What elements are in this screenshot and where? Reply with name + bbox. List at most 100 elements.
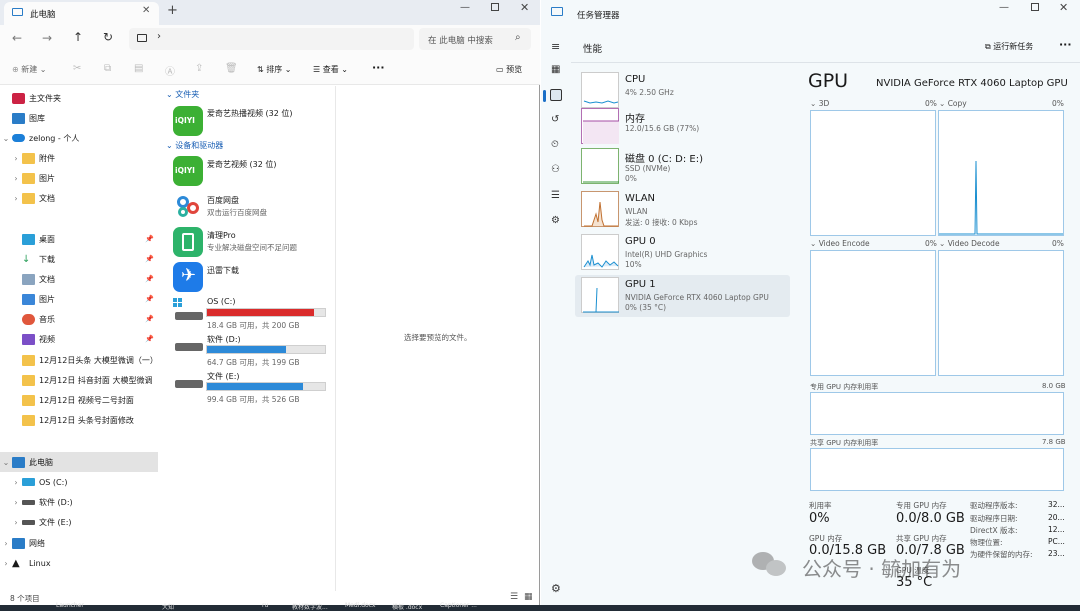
cut-icon[interactable]: ✂ — [73, 63, 81, 74]
chevron-right-icon[interactable]: › — [0, 559, 12, 568]
taskbar-item[interactable]: ru — [262, 602, 268, 609]
close-tab-icon[interactable]: ✕ — [142, 5, 150, 16]
chevron-down-icon[interactable]: ⌄ — [0, 458, 12, 467]
services-icon[interactable]: ⚙ — [551, 215, 560, 226]
hamburger-menu-icon[interactable]: ≡ — [551, 40, 560, 53]
sidebar-item-downloads[interactable]: ↓ 下载 📌 — [0, 249, 158, 269]
sort-button[interactable]: ⇅ 排序 ⌄ — [257, 64, 292, 75]
preview-button[interactable]: ▭ 预览 — [496, 64, 522, 75]
section-header-folders[interactable]: ⌄ 文件夹 — [166, 89, 199, 100]
pin-icon[interactable]: 📌 — [145, 275, 154, 283]
tab-this-pc[interactable]: 此电脑 ✕ — [4, 2, 159, 25]
copy-icon[interactable]: ⧉ — [104, 63, 111, 74]
section-header-devices[interactable]: ⌄ 设备和驱动器 — [166, 140, 223, 151]
breadcrumb-chevron-icon[interactable]: › — [157, 31, 161, 42]
details-view-icon[interactable]: ☰ — [510, 592, 518, 602]
pin-icon[interactable]: 📌 — [145, 235, 154, 243]
chevron-right-icon[interactable]: › — [10, 174, 22, 183]
sidebar-item-gallery[interactable]: 图库 — [0, 108, 158, 128]
search-icon[interactable]: ⌕ — [515, 32, 521, 43]
refresh-icon[interactable]: ↻ — [103, 30, 113, 44]
perf-item-wlan[interactable]: WLAN WLAN 发送: 0 接收: 0 Kbps — [575, 189, 790, 231]
perf-item-gpu1[interactable]: GPU 1 NVIDIA GeForce RTX 4060 Laptop GPU… — [575, 275, 790, 317]
new-tab-button[interactable]: + — [167, 3, 178, 18]
taskbar-item[interactable]: Medi.docx — [345, 602, 376, 609]
startup-apps-icon[interactable]: ⏲ — [551, 139, 559, 150]
perf-item-gpu0[interactable]: GPU 0 Intel(R) UHD Graphics 10% — [575, 232, 790, 274]
taskbar-item[interactable]: 大知 — [162, 602, 174, 611]
pin-icon[interactable]: 📌 — [145, 255, 154, 263]
pin-icon[interactable]: 📌 — [145, 295, 154, 303]
forward-arrow-icon[interactable]: → — [42, 31, 52, 45]
chevron-down-icon[interactable]: ⌄ — [939, 239, 945, 248]
taskbar-item[interactable]: 教材数字波... — [292, 602, 328, 611]
search-box[interactable]: 在 此电脑 中搜索 ⌕ — [419, 28, 531, 50]
chevron-down-icon[interactable]: ⌄ — [939, 99, 945, 108]
list-item[interactable]: iQIYI 爱奇艺视频 (32 位) — [173, 156, 333, 188]
paste-icon[interactable]: ▤ — [134, 63, 143, 74]
list-item[interactable]: iQIYI 爱奇艺热播视频 (32 位) — [173, 105, 333, 137]
sidebar-item-pictures[interactable]: 图片 📌 — [0, 289, 158, 309]
chevron-right-icon[interactable]: › — [10, 194, 22, 203]
sidebar-item-desktop[interactable]: 桌面 📌 — [0, 229, 158, 249]
sidebar-item-linux[interactable]: › ▲ Linux — [0, 553, 158, 573]
maximize-icon[interactable] — [1031, 3, 1039, 11]
sidebar-item-drive-c[interactable]: › OS (C:) — [0, 472, 158, 492]
sidebar-item-folder-1[interactable]: 12月12日头条 大模型微调（一） — [0, 350, 158, 370]
chevron-right-icon[interactable]: › — [0, 539, 12, 548]
search-input[interactable]: 在 此电脑 中搜索 — [428, 34, 493, 46]
perf-item-disk[interactable]: 磁盘 0 (C: D: E:) SSD (NVMe) 0% — [575, 146, 790, 188]
taskbar-item[interactable]: Captioner ... — [440, 602, 477, 609]
chevron-right-icon[interactable]: › — [10, 498, 22, 507]
app-history-icon[interactable]: ↺ — [551, 114, 559, 125]
sidebar-item-home[interactable]: 主文件夹 — [0, 88, 158, 108]
maximize-icon[interactable] — [491, 3, 499, 11]
address-bar[interactable]: › — [129, 28, 414, 50]
chevron-down-icon[interactable]: ⌄ — [810, 99, 816, 108]
users-icon[interactable]: ⚇ — [551, 164, 560, 175]
drive-item-c[interactable]: OS (C:) 18.4 GB 可用，共 200 GB — [173, 296, 333, 330]
chevron-down-icon[interactable]: ⌄ — [0, 134, 12, 143]
list-item[interactable]: ✈ 迅雷下载 — [173, 262, 333, 294]
sidebar-item-folder-2[interactable]: 12月12日 抖音封面 大模型微调 — [0, 370, 158, 390]
taskbar-item[interactable]: Launcher — [56, 602, 84, 609]
settings-icon[interactable]: ⚙ — [551, 582, 561, 595]
drive-item-e[interactable]: 文件 (E:) 99.4 GB 可用，共 526 GB — [173, 370, 333, 404]
close-window-icon[interactable]: ✕ — [520, 1, 529, 14]
sidebar-item-drive-e[interactable]: › 文件 (E:) — [0, 512, 158, 532]
taskbar-item[interactable]: 横板 .docx — [392, 602, 422, 611]
minimize-icon[interactable]: — — [460, 2, 470, 13]
view-button[interactable]: ☰ 查看 ⌄ — [313, 64, 348, 75]
sidebar-item-personal[interactable]: ⌄ zelong - 个人 — [0, 128, 158, 148]
list-item[interactable]: 百度网盘 双击运行百度网盘 — [173, 192, 333, 224]
sidebar-item-folder-4[interactable]: 12月12日 头条号封面修改 — [0, 410, 158, 430]
minimize-icon[interactable]: — — [999, 2, 1009, 13]
chevron-right-icon[interactable]: › — [10, 518, 22, 527]
chevron-right-icon[interactable]: › — [10, 478, 22, 487]
close-window-icon[interactable]: ✕ — [1059, 1, 1068, 14]
sidebar-item-documents[interactable]: 文档 📌 — [0, 269, 158, 289]
sidebar-item-cloud-pictures[interactable]: › 图片 — [0, 168, 158, 188]
sidebar-item-this-pc[interactable]: ⌄ 此电脑 — [0, 452, 158, 472]
run-new-task-button[interactable]: ⧉ 运行新任务 — [985, 41, 1033, 52]
performance-icon[interactable] — [550, 89, 562, 101]
pin-icon[interactable]: 📌 — [145, 315, 154, 323]
tiles-view-icon[interactable]: ▦ — [524, 592, 533, 602]
up-arrow-icon[interactable]: ↑ — [73, 30, 83, 44]
new-button[interactable]: ⊕ 新建 ⌄ — [12, 64, 47, 75]
delete-icon[interactable]: 🗑 — [225, 63, 238, 74]
sidebar-item-folder-3[interactable]: 12月12日 视频号二号封面 — [0, 390, 158, 410]
share-icon[interactable]: ⇪ — [195, 63, 203, 74]
drive-item-d[interactable]: 软件 (D:) 64.7 GB 可用，共 199 GB — [173, 333, 333, 367]
list-item[interactable]: 清理Pro 专业解决磁盘空间不足问题 — [173, 227, 333, 259]
sidebar-item-videos[interactable]: 视频 📌 — [0, 329, 158, 349]
more-options-button[interactable]: ··· — [372, 61, 385, 74]
rename-icon[interactable]: Ⓐ — [165, 63, 175, 78]
sidebar-item-music[interactable]: 音乐 📌 — [0, 309, 158, 329]
processes-icon[interactable]: ▦ — [551, 64, 560, 75]
perf-item-memory[interactable]: 内存 12.0/15.6 GB (77%) — [575, 106, 790, 148]
chevron-right-icon[interactable]: › — [10, 154, 22, 163]
more-options-button[interactable]: ··· — [1059, 38, 1072, 51]
sidebar-item-network[interactable]: › 网络 — [0, 533, 158, 553]
sidebar-item-cloud-attachments[interactable]: › 附件 — [0, 148, 158, 168]
